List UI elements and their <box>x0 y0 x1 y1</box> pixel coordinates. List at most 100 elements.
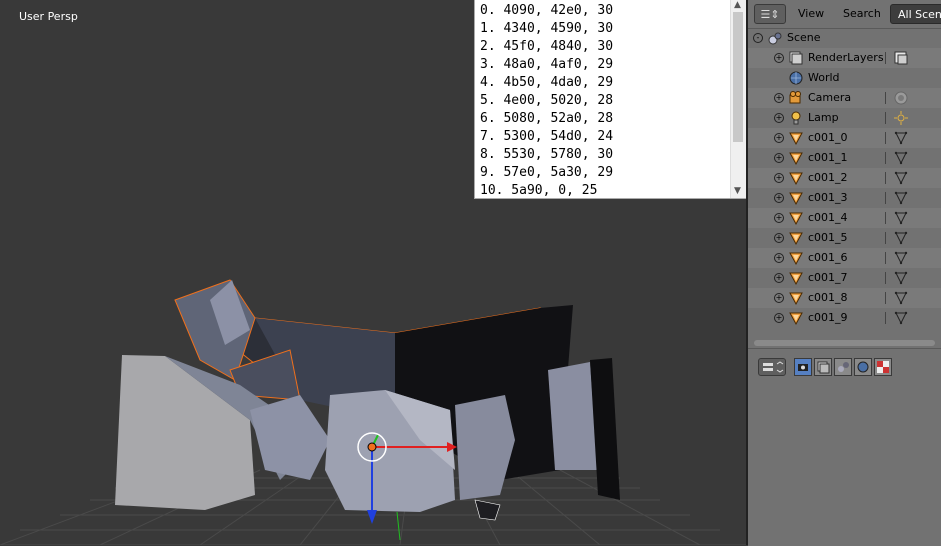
mesh-object-icon <box>788 250 804 266</box>
outliner-item-label[interactable]: c001_1 <box>808 148 848 168</box>
render-tab-icon[interactable] <box>794 358 812 376</box>
outliner-row[interactable]: World <box>748 68 941 88</box>
expand-toggle-icon[interactable]: + <box>774 193 784 203</box>
scroll-down-icon[interactable]: ▼ <box>734 186 741 196</box>
outliner-item-label[interactable]: World <box>808 68 840 88</box>
world-icon <box>788 70 804 86</box>
divider <box>885 192 886 204</box>
outliner-item-label[interactable]: RenderLayers <box>808 48 884 68</box>
divider <box>885 312 886 324</box>
expand-toggle-icon[interactable]: + <box>774 133 784 143</box>
outliner-hscroll[interactable] <box>748 338 941 348</box>
menu-view[interactable]: View <box>798 4 824 24</box>
text-line: 6. 5080, 52a0, 28 <box>480 111 614 126</box>
text-line: 2. 45f0, 4840, 30 <box>480 39 614 54</box>
mesh-data-icon[interactable] <box>893 250 909 266</box>
mesh-data-icon[interactable] <box>893 310 909 326</box>
outliner-item-label[interactable]: c001_4 <box>808 208 848 228</box>
outliner-row[interactable]: + c001_1 <box>748 148 941 168</box>
scrollbar-thumb[interactable] <box>733 12 743 142</box>
camera-data-icon[interactable] <box>893 90 909 106</box>
outliner-row[interactable]: + c001_5 <box>748 228 941 248</box>
outliner-row[interactable]: + Lamp <box>748 108 941 128</box>
mesh-data-icon[interactable] <box>893 170 909 186</box>
outliner-item-label[interactable]: Camera <box>808 88 851 108</box>
divider <box>885 152 886 164</box>
divider <box>885 252 886 264</box>
outliner-item-label[interactable]: c001_5 <box>808 228 848 248</box>
expand-toggle-icon[interactable]: + <box>774 93 784 103</box>
outliner-item-label[interactable]: Lamp <box>808 108 839 128</box>
outliner-row[interactable]: + RenderLayers <box>748 48 941 68</box>
view-mode-label: User Persp <box>19 10 78 23</box>
renderlayer-toggle-icon[interactable] <box>893 50 909 66</box>
divider <box>885 292 886 304</box>
mesh-data-icon[interactable] <box>893 290 909 306</box>
outliner-panel[interactable]: ☰⇕ View Search All Scenes -Scene+RenderL… <box>748 0 941 340</box>
outliner-item-label[interactable]: c001_7 <box>808 268 848 288</box>
outliner-item-label[interactable]: c001_9 <box>808 308 848 328</box>
text-output-panel[interactable]: 0. 4090, 42e0, 30 1. 4340, 4590, 30 2. 45f… <box>474 0 746 199</box>
expand-toggle-icon[interactable]: + <box>774 173 784 183</box>
camera-object-icon <box>788 90 804 106</box>
mesh-data-icon[interactable] <box>893 210 909 226</box>
text-lines: 0. 4090, 42e0, 30 1. 4340, 4590, 30 2. 45f… <box>480 2 614 198</box>
outliner-item-label[interactable]: c001_8 <box>808 288 848 308</box>
mesh-object-icon <box>788 290 804 306</box>
mesh-data-icon[interactable] <box>893 150 909 166</box>
outliner-row[interactable]: + c001_4 <box>748 208 941 228</box>
outliner-row[interactable]: + c001_7 <box>748 268 941 288</box>
outliner-row[interactable]: + c001_3 <box>748 188 941 208</box>
divider <box>885 132 886 144</box>
menu-search[interactable]: Search <box>843 4 881 24</box>
mesh-data-icon[interactable] <box>893 270 909 286</box>
expand-toggle-icon[interactable]: + <box>774 313 784 323</box>
expand-toggle-icon[interactable]: + <box>774 213 784 223</box>
expand-toggle-icon[interactable]: + <box>774 233 784 243</box>
mesh-object-icon <box>788 130 804 146</box>
mesh-data-icon[interactable] <box>893 130 909 146</box>
lamp-data-icon[interactable] <box>893 110 909 126</box>
divider <box>885 172 886 184</box>
divider <box>885 112 886 124</box>
outliner-row[interactable]: + Camera <box>748 88 941 108</box>
display-mode-dropdown[interactable]: All Scenes <box>890 4 941 24</box>
properties-panel[interactable] <box>748 348 941 546</box>
properties-header <box>748 355 941 381</box>
outliner-icon[interactable]: ☰⇕ <box>754 4 786 24</box>
renderlayers-icon <box>788 50 804 66</box>
mesh-objects[interactable] <box>115 279 620 521</box>
text-line: 8. 5530, 5780, 30 <box>480 147 614 162</box>
expand-toggle-icon[interactable]: + <box>774 273 784 283</box>
collapse-toggle-icon[interactable]: - <box>753 33 763 43</box>
expand-toggle-icon[interactable]: + <box>774 53 784 63</box>
world-tab-icon[interactable] <box>854 358 872 376</box>
scroll-up-icon[interactable]: ▲ <box>734 0 741 10</box>
outliner-item-label[interactable]: c001_0 <box>808 128 848 148</box>
mesh-data-icon[interactable] <box>893 190 909 206</box>
text-line: 7. 5300, 54d0, 24 <box>480 129 614 144</box>
text-scrollbar[interactable]: ▲ ▼ <box>730 0 746 198</box>
outliner-item-label[interactable]: Scene <box>787 28 821 48</box>
properties-editor-icon[interactable] <box>758 358 786 376</box>
outliner-row[interactable]: + c001_6 <box>748 248 941 268</box>
outliner-item-label[interactable]: c001_3 <box>808 188 848 208</box>
outliner-item-label[interactable]: c001_6 <box>808 248 848 268</box>
mesh-data-icon[interactable] <box>893 230 909 246</box>
outliner-row[interactable]: - Scene <box>748 28 941 48</box>
mesh-object-icon <box>788 190 804 206</box>
expand-toggle-icon[interactable]: + <box>774 153 784 163</box>
outliner-row[interactable]: + c001_0 <box>748 128 941 148</box>
outliner-row[interactable]: + c001_9 <box>748 308 941 328</box>
scene-tab-icon[interactable] <box>834 358 852 376</box>
expand-toggle-icon[interactable]: + <box>774 253 784 263</box>
renderlayers-tab-icon[interactable] <box>814 358 832 376</box>
expand-toggle-icon[interactable]: + <box>774 113 784 123</box>
texture-tab-icon[interactable] <box>874 358 892 376</box>
outliner-row[interactable]: + c001_8 <box>748 288 941 308</box>
outliner-item-label[interactable]: c001_2 <box>808 168 848 188</box>
outliner-row[interactable]: + c001_2 <box>748 168 941 188</box>
expand-toggle-icon[interactable]: + <box>774 293 784 303</box>
scene-icon <box>767 30 783 46</box>
text-line: 5. 4e00, 5020, 28 <box>480 93 614 108</box>
